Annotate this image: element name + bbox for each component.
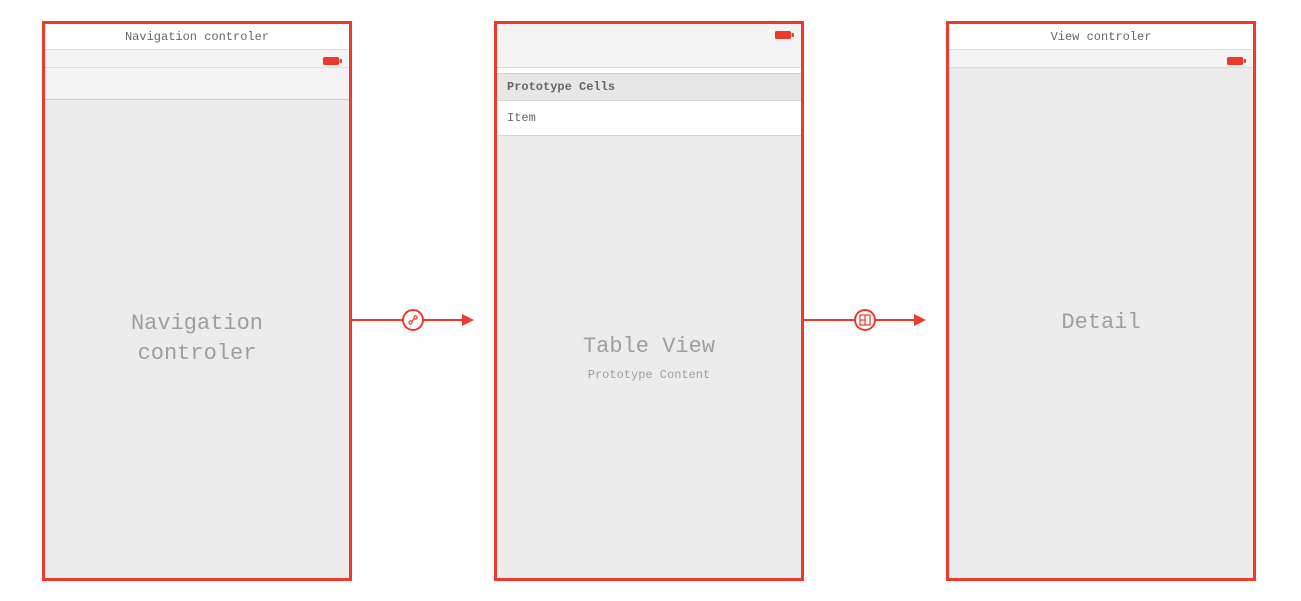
scene-title-bar: View controler xyxy=(949,24,1253,50)
nav-bar-empty xyxy=(45,68,349,100)
table-view-label: Table View xyxy=(583,332,715,362)
segue-arrow-root xyxy=(462,314,474,326)
scene-navigation-controller[interactable]: Navigation controler Navigation controle… xyxy=(42,21,352,581)
segue-arrow-show xyxy=(914,314,926,326)
table-view-placeholder: Table View Prototype Content xyxy=(497,136,801,578)
scene-title-bar: Navigation controler xyxy=(45,24,349,50)
scene-body-label: Detail xyxy=(1061,308,1140,338)
status-bar xyxy=(949,50,1253,68)
link-icon xyxy=(407,314,419,326)
table-view-sublabel: Prototype Content xyxy=(588,368,710,382)
status-nav-combined xyxy=(497,24,801,68)
scene-body: Navigation controler xyxy=(45,100,349,578)
scene-body: Detail xyxy=(949,68,1253,578)
battery-icon xyxy=(323,53,343,71)
scene-view-controller[interactable]: View controler Detail xyxy=(946,21,1256,581)
scene-table-view-controller[interactable]: Collection Prototype Cells Item Table Vi… xyxy=(494,21,804,581)
prototype-cells-header: Prototype Cells xyxy=(497,74,801,101)
scene-body-label: Navigation controler xyxy=(131,309,263,368)
segue-badge-root[interactable] xyxy=(402,309,424,331)
show-segue-icon xyxy=(859,314,871,326)
battery-icon xyxy=(775,27,795,45)
table-view[interactable]: Prototype Cells Item Table View Prototyp… xyxy=(497,74,801,578)
status-bar xyxy=(45,50,349,68)
segue-badge-show[interactable] xyxy=(854,309,876,331)
prototype-cell-item[interactable]: Item xyxy=(497,101,801,136)
